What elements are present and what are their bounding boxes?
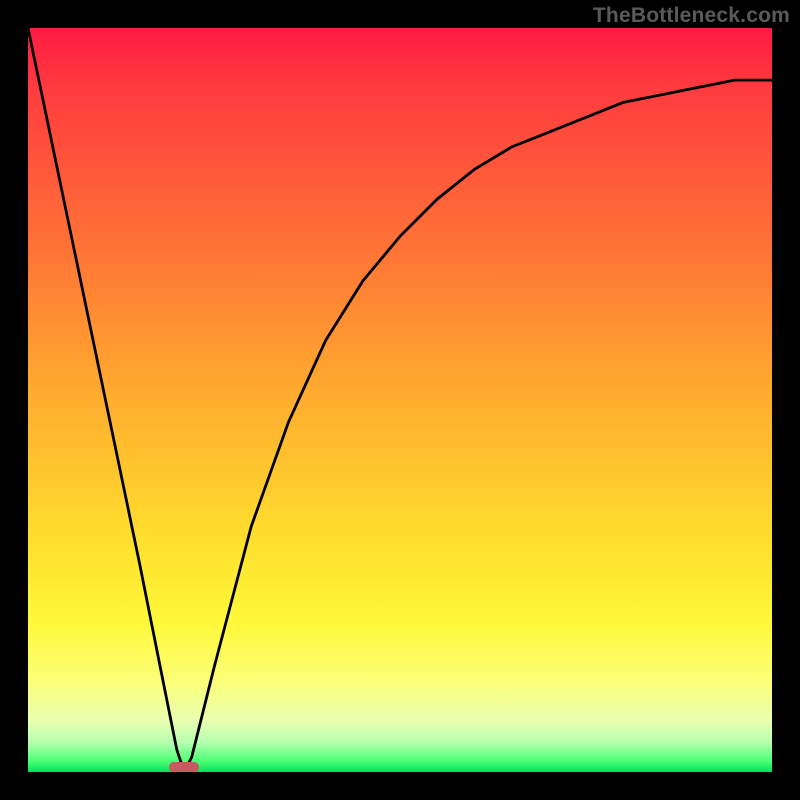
chart-frame: TheBottleneck.com xyxy=(0,0,800,800)
optimal-marker xyxy=(169,762,199,772)
plot-area xyxy=(28,28,772,772)
bottleneck-curve xyxy=(28,28,772,772)
curve-layer xyxy=(28,28,772,772)
watermark-label: TheBottleneck.com xyxy=(593,4,790,28)
